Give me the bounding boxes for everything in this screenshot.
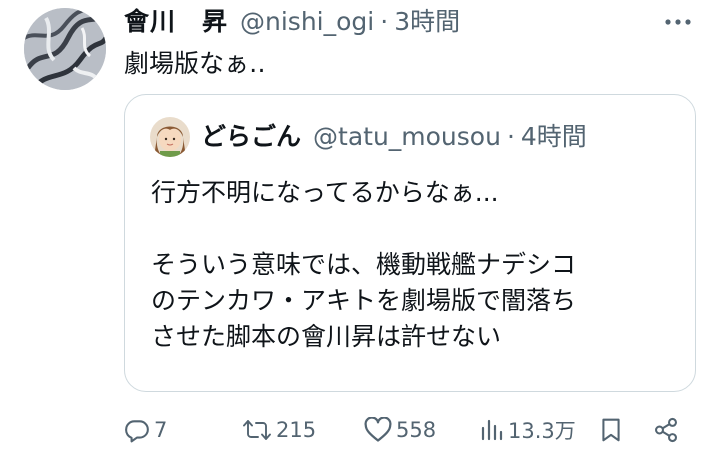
quoted-author-display-name: どらごん [201,122,302,151]
share-button[interactable] [652,408,680,452]
quoted-tweet-header: どらごん @tatu_mousou · 4時間 [201,119,587,155]
reply-count: 7 [154,418,168,442]
like-count: 558 [396,418,437,442]
bookmark-icon [600,417,622,443]
quoted-text-line: させた脚本の會川昇は許せない [151,322,502,351]
quoted-tweet-card[interactable]: どらごん @tatu_mousou · 4時間 行方不明になってるからなぁ...… [124,94,696,392]
separator-dot: · [380,7,389,36]
retweet-button[interactable]: 215 [242,408,316,452]
author-avatar[interactable] [24,8,106,90]
quoted-tweet-text: 行方不明になってるからなぁ... そういう意味では、機動戦艦ナデシコ のテンカワ… [151,175,681,355]
views-chart-icon [480,417,504,443]
quoted-author-avatar [150,117,190,157]
tweet-text: 劇場版なぁ‥ [124,49,266,78]
author-display-name[interactable]: 會川 昇 [124,4,228,40]
tweet-timestamp[interactable]: 3時間 [394,4,460,40]
tweet-action-bar: 7 215 558 13.3万 [0,408,720,452]
quoted-text-line: 行方不明になってるからなぁ... [151,178,499,207]
quoted-separator-dot: · [506,122,515,151]
views-button[interactable]: 13.3万 [480,408,576,452]
share-icon [652,417,680,443]
tweet-header: 會川 昇 @nishi_ogi · 3時間 [124,4,460,40]
quoted-tweet-timestamp: 4時間 [520,122,587,151]
like-button[interactable]: 558 [364,408,436,452]
retweet-icon [242,417,272,443]
reply-button[interactable]: 7 [124,408,167,452]
bookmark-button[interactable] [600,408,622,452]
quoted-text-line: のテンカワ・アキトを劇場版で闇落ち [151,286,577,315]
tweet: 會川 昇 @nishi_ogi · 3時間 劇場版なぁ‥ どらごん @tatu_… [0,0,720,468]
quoted-text-blank-line [151,211,681,247]
heart-icon [364,417,392,443]
more-dots-icon[interactable] [664,12,692,32]
quoted-text-line: そういう意味では、機動戦艦ナデシコ [151,250,577,279]
retweet-count: 215 [276,418,317,442]
reply-icon [124,417,150,443]
author-handle[interactable]: @nishi_ogi [240,4,374,40]
view-count: 13.3万 [508,419,576,443]
quoted-author-handle: @tatu_mousou [313,122,501,151]
